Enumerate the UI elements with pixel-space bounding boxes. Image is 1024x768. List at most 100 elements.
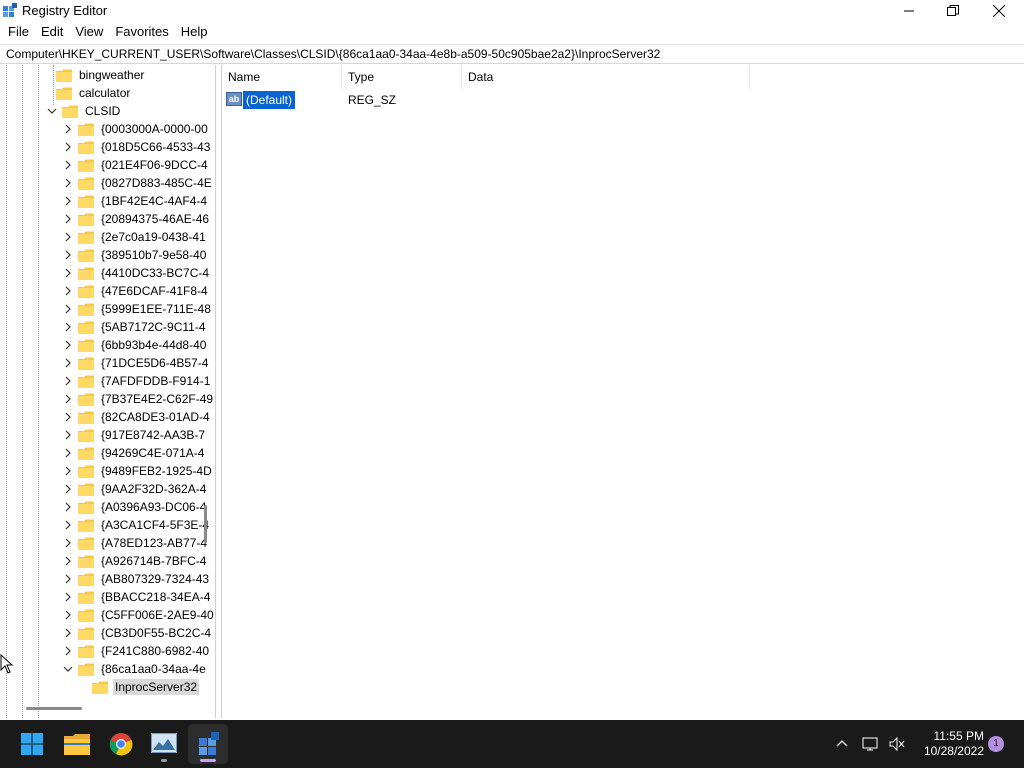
tree-item-inprocserver32[interactable]: InprocServer32	[92, 678, 200, 696]
chevron-right-icon[interactable]	[62, 411, 74, 423]
tree-item-clsid-key[interactable]: {A3CA1CF4-5F3E-4	[62, 516, 211, 534]
network-icon[interactable]	[862, 736, 880, 752]
chevron-right-icon[interactable]	[62, 177, 74, 189]
tree-item-clsid-key[interactable]: {917E8742-AA3B-7	[62, 426, 207, 444]
chevron-right-icon[interactable]	[62, 195, 74, 207]
tree-item-label: {86ca1aa0-34aa-4e	[101, 662, 206, 676]
tree-horizontal-scrollbar[interactable]	[26, 707, 82, 710]
menu-help[interactable]: Help	[175, 22, 214, 42]
chevron-right-icon[interactable]	[62, 519, 74, 531]
chevron-down-icon[interactable]	[46, 105, 58, 117]
photos-icon	[151, 733, 177, 753]
taskbar-chrome[interactable]	[101, 724, 141, 764]
tree-item-bingweather[interactable]: bingweather	[56, 66, 146, 84]
folder-icon	[78, 267, 94, 280]
chevron-down-icon[interactable]	[62, 663, 74, 675]
chevron-right-icon[interactable]	[62, 627, 74, 639]
menu-favorites[interactable]: Favorites	[109, 22, 174, 42]
tree-item-clsid[interactable]: CLSID	[46, 102, 122, 120]
chevron-right-icon[interactable]	[62, 339, 74, 351]
chevron-right-icon[interactable]	[62, 141, 74, 153]
tree-item-clsid-key[interactable]: {6bb93b4e-44d8-40	[62, 336, 208, 354]
tree-item-clsid-key[interactable]: {1BF42E4C-4AF4-4	[62, 192, 209, 210]
values-pane[interactable]: Name Type Data ab (Default) REG_SZ	[221, 65, 1022, 718]
tree-item-clsid-key[interactable]: {5AB7172C-9C11-4	[62, 318, 208, 336]
tree-item-clsid-key[interactable]: {F241C880-6982-40	[62, 642, 211, 660]
column-header-data[interactable]: Data	[462, 65, 750, 89]
chevron-right-icon[interactable]	[62, 591, 74, 603]
tree-item-clsid-key[interactable]: {AB807329-7324-43	[62, 570, 211, 588]
chevron-right-icon[interactable]	[62, 429, 74, 441]
chevron-right-icon[interactable]	[62, 501, 74, 513]
tree-item-clsid-key[interactable]: {5999E1EE-711E-48	[62, 300, 213, 318]
tree-item-clsid-key[interactable]: {BBACC218-34EA-4	[62, 588, 212, 606]
chevron-right-icon[interactable]	[62, 573, 74, 585]
tree-item-clsid-key[interactable]: {C5FF006E-2AE9-40	[62, 606, 215, 624]
tree-item-clsid-key[interactable]: {018D5C66-4533-43	[62, 138, 212, 156]
chevron-up-icon[interactable]	[834, 736, 850, 752]
minimize-button[interactable]	[886, 0, 932, 22]
value-name[interactable]: (Default)	[243, 91, 296, 109]
taskbar-photos[interactable]	[144, 724, 184, 764]
taskbar-file-explorer[interactable]	[57, 724, 97, 764]
tree-item-clsid-key[interactable]: {4410DC33-BC7C-4	[62, 264, 211, 282]
address-bar[interactable]: Computer\HKEY_CURRENT_USER\Software\Clas…	[0, 44, 1024, 64]
chevron-right-icon[interactable]	[62, 645, 74, 657]
tree-item-clsid-key[interactable]: {20894375-46AE-46	[62, 210, 211, 228]
column-header-type[interactable]: Type	[342, 65, 462, 89]
key-tree-pane[interactable]: bingweather calculator CLSID {0003000A-0…	[0, 65, 216, 718]
chevron-right-icon[interactable]	[62, 213, 74, 225]
chevron-right-icon[interactable]	[62, 537, 74, 549]
tree-item-clsid-key[interactable]: {A0396A93-DC06-4	[62, 498, 208, 516]
tree-item-clsid-key[interactable]: {47E6DCAF-41F8-4	[62, 282, 210, 300]
chevron-right-icon[interactable]	[62, 447, 74, 459]
value-row[interactable]: ab (Default) REG_SZ	[222, 91, 1023, 109]
chevron-right-icon[interactable]	[62, 375, 74, 387]
tree-item-clsid-key[interactable]: {82CA8DE3-01AD-4	[62, 408, 212, 426]
notification-badge[interactable]: 1	[988, 736, 1004, 752]
chevron-right-icon[interactable]	[62, 465, 74, 477]
tree-item-clsid-key[interactable]: {0827D883-485C-4E	[62, 174, 214, 192]
menu-file[interactable]: File	[0, 22, 35, 42]
chevron-right-icon[interactable]	[62, 483, 74, 495]
chevron-right-icon[interactable]	[62, 159, 74, 171]
chevron-right-icon[interactable]	[62, 555, 74, 567]
chevron-right-icon[interactable]	[62, 285, 74, 297]
tree-item-clsid-key[interactable]: {71DCE5D6-4B57-4	[62, 354, 210, 372]
chevron-right-icon[interactable]	[62, 393, 74, 405]
taskbar-registry-editor[interactable]	[188, 724, 228, 764]
tree-item-clsid-key[interactable]: {9489FEB2-1925-4D	[62, 462, 214, 480]
tree-vertical-scrollbar[interactable]	[204, 505, 207, 543]
tree-item-clsid-key[interactable]: {7AFDFDDB-F914-1	[62, 372, 212, 390]
tree-item-clsid-key[interactable]: {389510b7-9e58-40	[62, 246, 208, 264]
clock[interactable]: 11:55 PM 10/28/2022	[916, 729, 984, 759]
tree-item-clsid-key[interactable]: {A926714B-7BFC-4	[62, 552, 208, 570]
menu-view[interactable]: View	[69, 22, 109, 42]
column-header-name[interactable]: Name	[222, 65, 342, 89]
tree-item-clsid-key[interactable]: {94269C4E-071A-4	[62, 444, 206, 462]
tree-item-expanded-clsid[interactable]: {86ca1aa0-34aa-4e	[62, 660, 208, 678]
chevron-right-icon[interactable]	[62, 303, 74, 315]
maximize-button[interactable]	[930, 0, 976, 22]
chevron-right-icon[interactable]	[62, 123, 74, 135]
tree-item-clsid-key[interactable]: {9AA2F32D-362A-4	[62, 480, 208, 498]
tree-item-clsid-key[interactable]: {021E4F06-9DCC-4	[62, 156, 210, 174]
chevron-right-icon[interactable]	[62, 321, 74, 333]
tree-item-calculator[interactable]: calculator	[56, 84, 132, 102]
tree-item-clsid-key[interactable]: {A78ED123-AB77-4	[62, 534, 209, 552]
start-button[interactable]	[12, 724, 52, 764]
tree-guide-line	[38, 65, 39, 718]
tree-item-clsid-key[interactable]: {0003000A-0000-00	[62, 120, 210, 138]
chevron-right-icon[interactable]	[62, 267, 74, 279]
volume-muted-icon[interactable]	[888, 736, 906, 752]
chevron-right-icon[interactable]	[62, 249, 74, 261]
address-path[interactable]: Computer\HKEY_CURRENT_USER\Software\Clas…	[6, 47, 660, 61]
chevron-right-icon[interactable]	[62, 231, 74, 243]
chevron-right-icon[interactable]	[62, 357, 74, 369]
tree-item-clsid-key[interactable]: {2e7c0a19-0438-41	[62, 228, 208, 246]
menu-edit[interactable]: Edit	[35, 22, 69, 42]
close-button[interactable]	[976, 0, 1022, 22]
tree-item-clsid-key[interactable]: {CB3D0F55-BC2C-4	[62, 624, 213, 642]
chevron-right-icon[interactable]	[62, 609, 74, 621]
tree-item-clsid-key[interactable]: {7B37E4E2-C62F-49	[62, 390, 215, 408]
